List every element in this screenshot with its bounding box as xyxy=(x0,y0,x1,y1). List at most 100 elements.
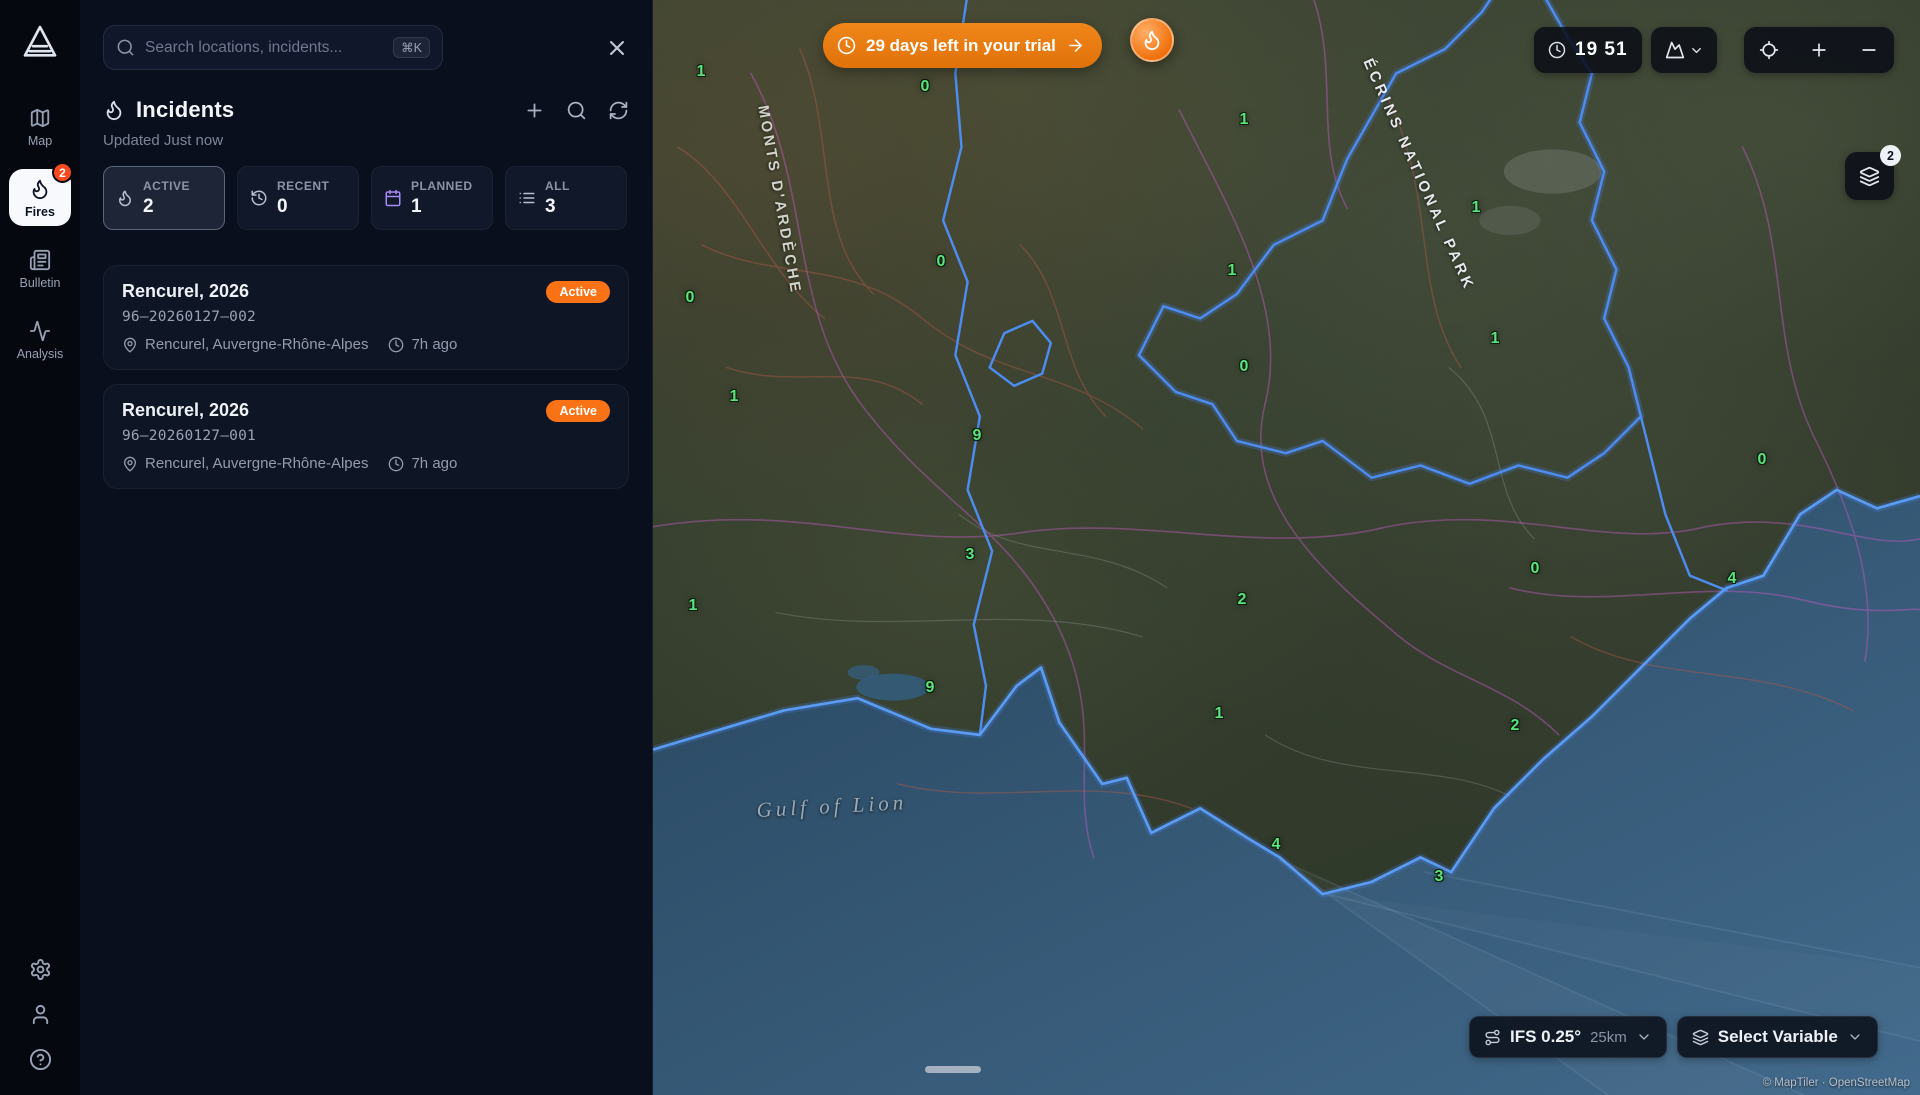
fire-count-marker[interactable]: 2 xyxy=(1511,717,1520,735)
layers-icon xyxy=(1859,166,1880,187)
basemap-style-button[interactable] xyxy=(1651,27,1717,73)
tab-recent[interactable]: RECENT 0 xyxy=(237,166,359,230)
layers-button[interactable]: 2 xyxy=(1845,152,1894,200)
add-incident-icon[interactable] xyxy=(524,100,545,121)
fire-count-marker[interactable]: 1 xyxy=(1228,262,1237,280)
sidebar-item-fires[interactable]: 2 Fires xyxy=(9,169,71,226)
header-actions xyxy=(524,100,629,121)
flame-icon xyxy=(103,99,125,121)
fire-count-marker[interactable]: 0 xyxy=(937,253,946,271)
zoom-in-button[interactable] xyxy=(1796,27,1842,73)
fire-count-marker[interactable]: 2 xyxy=(1238,591,1247,609)
map-canvas[interactable]: MONTS D'ARDÈCHE ÉCRINS NATIONAL PARK Gul… xyxy=(653,0,1920,1095)
tab-planned[interactable]: PLANNED1 xyxy=(371,166,493,230)
fire-count-marker[interactable]: 9 xyxy=(926,679,935,697)
fire-count-marker[interactable]: 0 xyxy=(1758,451,1767,469)
weather-model-controls: IFS 0.25° 25km Select Variable xyxy=(1469,1016,1878,1058)
fire-count-marker[interactable]: 1 xyxy=(730,388,739,406)
search-box[interactable]: ⌘K xyxy=(103,25,443,70)
zoom-out-button[interactable] xyxy=(1846,27,1892,73)
tab-active[interactable]: ACTIVE 2 xyxy=(103,166,225,230)
rail-bottom-cluster xyxy=(29,958,52,1071)
model-select[interactable]: IFS 0.25° 25km xyxy=(1469,1016,1667,1058)
fire-count-marker[interactable]: 3 xyxy=(966,546,975,564)
status-badge: Active xyxy=(546,400,610,422)
sidebar-item-bulletin[interactable]: Bulletin xyxy=(9,240,71,297)
fire-count-marker[interactable]: 0 xyxy=(921,78,930,96)
fire-count-marker[interactable]: 4 xyxy=(1272,836,1281,854)
tab-label: ACTIVE xyxy=(143,179,190,193)
app-window: Map 2 Fires Bulletin Analysis xyxy=(0,0,1920,1095)
search-incidents-icon[interactable] xyxy=(566,100,587,121)
plus-icon xyxy=(1809,40,1829,60)
home-indicator[interactable] xyxy=(925,1066,981,1073)
trial-text: 29 days left in your trial xyxy=(866,36,1056,56)
fire-count-marker[interactable]: 3 xyxy=(1435,868,1444,886)
tab-label: ALL xyxy=(545,179,570,193)
fire-count-marker[interactable]: 9 xyxy=(973,427,982,445)
fire-mode-button[interactable] xyxy=(1130,18,1174,62)
chevron-down-icon xyxy=(1636,1029,1652,1045)
search-icon xyxy=(116,38,135,57)
search-row: ⌘K xyxy=(103,25,629,70)
locate-button[interactable] xyxy=(1746,27,1792,73)
list-icon xyxy=(518,189,536,207)
tab-count: 0 xyxy=(277,196,329,218)
layers-icon xyxy=(1692,1029,1709,1046)
fire-count-marker[interactable]: 0 xyxy=(1240,358,1249,376)
search-input[interactable] xyxy=(145,39,383,57)
incident-card[interactable]: Rencurel, 2026 Active 96—20260127—001 Re… xyxy=(103,384,629,489)
fire-count-marker[interactable]: 0 xyxy=(1531,560,1540,578)
gear-icon[interactable] xyxy=(29,958,52,981)
incident-id: 96—20260127—001 xyxy=(122,428,610,444)
fire-count-marker[interactable]: 1 xyxy=(689,597,698,615)
page-title: Incidents xyxy=(136,97,234,123)
sidebar-item-label: Bulletin xyxy=(20,276,61,290)
incident-location: Rencurel, Auvergne-Rhône-Alpes xyxy=(145,455,368,472)
route-icon xyxy=(1484,1029,1501,1046)
variable-select[interactable]: Select Variable xyxy=(1677,1016,1878,1058)
incident-time: 7h ago xyxy=(411,455,457,472)
refresh-icon[interactable] xyxy=(608,100,629,121)
status-badge: Active xyxy=(546,281,610,303)
chevron-down-icon xyxy=(1689,43,1704,58)
fire-count-marker[interactable]: 1 xyxy=(1215,705,1224,723)
tab-all[interactable]: ALL 3 xyxy=(505,166,627,230)
user-icon[interactable] xyxy=(29,1003,52,1026)
flame-icon xyxy=(1141,29,1163,51)
sidebar-item-analysis[interactable]: Analysis xyxy=(9,311,71,368)
variable-name: Select Variable xyxy=(1718,1027,1838,1047)
flame-icon xyxy=(116,189,134,207)
clock-icon xyxy=(388,456,404,472)
app-logo-icon xyxy=(20,22,60,62)
tab-label: RECENT xyxy=(277,179,329,193)
arrow-right-icon xyxy=(1066,36,1085,55)
fire-count-marker[interactable]: 1 xyxy=(1472,199,1481,217)
pin-icon xyxy=(122,337,138,353)
fire-count-marker[interactable]: 1 xyxy=(697,63,706,81)
shortcut-badge: ⌘K xyxy=(393,37,430,58)
map-markers: 1 0 1 1 0 1 0 1 0 1 9 0 3 0 4 2 1 9 1 2 4 3 xyxy=(653,0,1920,1095)
tab-count: 2 xyxy=(143,196,190,218)
fire-count-marker[interactable]: 1 xyxy=(1491,330,1500,348)
close-icon[interactable] xyxy=(605,36,629,60)
history-icon xyxy=(250,189,268,207)
clock-icon xyxy=(1548,41,1566,59)
tab-count: 3 xyxy=(545,196,570,218)
incidents-header: Incidents xyxy=(103,97,629,123)
sidebar-item-label: Analysis xyxy=(17,347,64,361)
model-name: IFS 0.25° xyxy=(1510,1027,1581,1047)
clock-time: 19 51 xyxy=(1575,39,1628,61)
map-icon xyxy=(29,107,51,129)
tab-count: 1 xyxy=(411,196,473,218)
help-icon[interactable] xyxy=(29,1048,52,1071)
locate-icon xyxy=(1759,40,1779,60)
incident-card[interactable]: Rencurel, 2026 Active 96—20260127—002 Re… xyxy=(103,265,629,370)
fire-count-marker[interactable]: 1 xyxy=(1240,111,1249,129)
incident-location: Rencurel, Auvergne-Rhône-Alpes xyxy=(145,336,368,353)
trial-banner[interactable]: 29 days left in your trial xyxy=(823,23,1102,68)
fire-count-marker[interactable]: 4 xyxy=(1728,570,1737,588)
fire-count-marker[interactable]: 0 xyxy=(686,289,695,307)
sidebar-item-map[interactable]: Map xyxy=(9,98,71,155)
clock-icon xyxy=(837,36,856,55)
